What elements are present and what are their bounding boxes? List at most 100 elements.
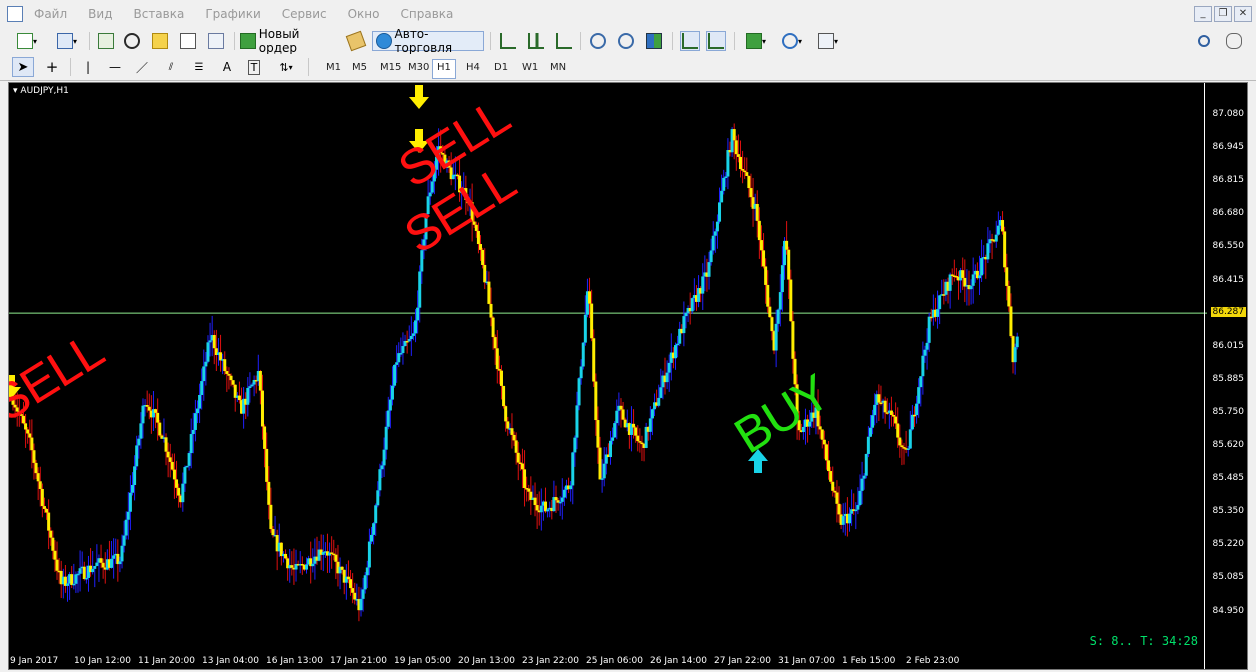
candle-body xyxy=(76,573,80,576)
cursor-button[interactable]: ➤ xyxy=(12,57,34,77)
metaeditor-button[interactable] xyxy=(345,30,367,52)
strategy-tester-button[interactable] xyxy=(206,31,226,51)
candle-body xyxy=(824,444,828,461)
new-order-button[interactable]: Новый ордер xyxy=(240,27,340,55)
auto-scroll-button[interactable] xyxy=(680,31,700,51)
navigator-button[interactable] xyxy=(150,31,170,51)
candle-body xyxy=(722,177,726,191)
menu-item-6[interactable]: Справка xyxy=(401,7,454,21)
new-chart-button[interactable]: ▾ xyxy=(10,31,44,51)
timeframe-mn[interactable]: MN xyxy=(546,59,570,77)
menu-item-2[interactable]: Вставка xyxy=(133,7,184,21)
candle-body xyxy=(72,583,76,586)
candlestick-button[interactable] xyxy=(526,31,546,51)
vertical-line-button[interactable]: | xyxy=(78,57,98,77)
candle-body xyxy=(386,410,390,427)
restore-icon[interactable]: ❐ xyxy=(1214,6,1232,22)
price-axis[interactable]: 87.08086.94586.81586.68086.55086.41586.1… xyxy=(1204,83,1247,669)
candle-body xyxy=(638,441,642,443)
menu-item-3[interactable]: Графики xyxy=(205,7,260,21)
candle-body xyxy=(376,490,380,506)
candle-body xyxy=(676,343,680,346)
dropdown-arrow-icon: ▾ xyxy=(288,62,293,72)
periods-button[interactable]: ▾ xyxy=(776,31,808,51)
chart-shift-button[interactable] xyxy=(706,31,726,51)
profiles-button[interactable]: ▾ xyxy=(50,31,84,51)
editor-icon xyxy=(345,30,367,52)
indicators-button[interactable]: ▾ xyxy=(740,31,772,51)
data-window-button[interactable] xyxy=(122,31,142,51)
menu-item-1[interactable]: Вид xyxy=(88,7,112,21)
bar-chart-button[interactable] xyxy=(498,31,518,51)
zoom-in-icon xyxy=(590,33,606,49)
timeframe-w1[interactable]: W1 xyxy=(518,59,542,77)
candle-body xyxy=(212,335,216,349)
menu-item-5[interactable]: Окно xyxy=(348,7,380,21)
arrows-button[interactable]: ⇅ ▾ xyxy=(272,57,300,77)
zoom-out-button[interactable] xyxy=(616,31,636,51)
candle-body xyxy=(724,176,728,179)
close-icon[interactable]: ✕ xyxy=(1234,6,1252,22)
chat-button[interactable] xyxy=(1222,31,1246,51)
horizontal-line-button[interactable]: — xyxy=(104,57,126,77)
chart-canvas[interactable] xyxy=(9,83,1248,670)
templates-button[interactable]: ▾ xyxy=(812,31,844,51)
candle-body xyxy=(84,577,88,580)
timeframe-m1[interactable]: M1 xyxy=(322,59,345,77)
candle-body xyxy=(260,390,264,427)
trendline-button[interactable]: ／ xyxy=(132,57,152,77)
chart-window[interactable]: ▾ AUDJPY,H1 87.080 86.945 86.815 86.680 86.5… xyxy=(8,82,1248,670)
search-button[interactable] xyxy=(1194,31,1214,51)
menu-item-4[interactable]: Сервис xyxy=(282,7,327,21)
candle-body xyxy=(581,342,585,367)
minimize-icon[interactable]: _ xyxy=(1194,6,1212,22)
candle-body xyxy=(139,423,143,439)
menu-items: Файл Вид Вставка Графики Сервис Окно Справка xyxy=(34,7,474,21)
template-icon xyxy=(817,33,834,49)
window-controls: _ ❐ ✕ xyxy=(1194,6,1252,22)
candle-body xyxy=(971,274,975,286)
timeframe-h1[interactable]: H1 xyxy=(432,59,456,79)
candle-body xyxy=(848,513,852,524)
timeframe-m5[interactable]: M5 xyxy=(348,59,371,77)
candle-body xyxy=(195,408,199,414)
menu-item-0[interactable]: Файл xyxy=(34,7,67,21)
terminal-button[interactable] xyxy=(178,31,198,51)
candle-body xyxy=(613,423,617,438)
candle-body xyxy=(860,478,864,491)
market-watch-button[interactable] xyxy=(96,31,116,51)
app-icon[interactable] xyxy=(7,6,23,22)
timeframe-m15[interactable]: M15 xyxy=(376,59,405,77)
line-chart-button[interactable] xyxy=(554,31,574,51)
candle-body xyxy=(917,387,921,404)
candle-body xyxy=(70,574,74,585)
text-label-button[interactable]: T xyxy=(244,57,264,77)
candle-body xyxy=(101,562,105,568)
zoom-in-button[interactable] xyxy=(588,31,608,51)
crosshair-button[interactable]: + xyxy=(42,57,62,77)
candle-body xyxy=(759,240,763,251)
candle-body xyxy=(370,534,374,542)
candle-body xyxy=(785,240,789,250)
text-button[interactable]: A xyxy=(218,57,236,77)
candle-body xyxy=(682,316,686,334)
candlestick-icon xyxy=(528,33,544,49)
channel-icon: ⫽ xyxy=(168,61,174,73)
candle-body xyxy=(791,321,795,359)
candle-body xyxy=(980,258,984,276)
candle-body xyxy=(898,437,902,446)
candle-body xyxy=(47,512,51,531)
tile-windows-button[interactable] xyxy=(644,31,664,51)
chart-menu-icon[interactable]: ▾ xyxy=(13,86,18,96)
candle-body xyxy=(927,316,931,343)
timeframe-d1[interactable]: D1 xyxy=(490,59,512,77)
channel-button[interactable]: ⫽ xyxy=(160,57,182,77)
candle-body xyxy=(833,490,837,493)
autotrading-button[interactable]: Авто-торговля xyxy=(372,27,484,55)
candle-body xyxy=(896,423,900,438)
fibonacci-button[interactable]: ☰ xyxy=(188,57,210,77)
candle-body xyxy=(411,333,415,336)
timeframe-m30[interactable]: M30 xyxy=(404,59,433,77)
timeframe-h4[interactable]: H4 xyxy=(462,59,484,77)
candle-body xyxy=(351,588,355,593)
